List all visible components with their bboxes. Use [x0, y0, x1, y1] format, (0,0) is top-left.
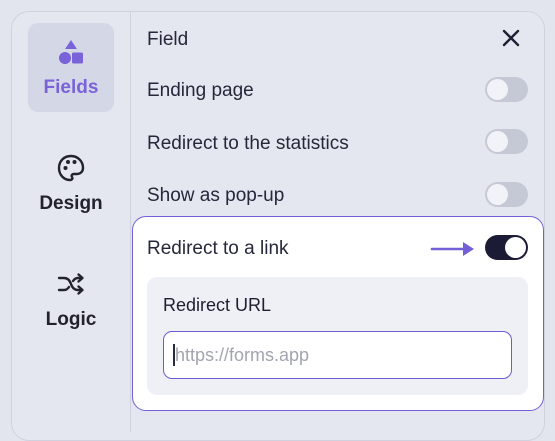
shuffle-icon [57, 273, 84, 295]
close-icon[interactable] [500, 27, 522, 49]
sidebar-item-label: Design [39, 193, 103, 214]
setting-label-redirect-statistics: Redirect to the statistics [147, 133, 349, 154]
sidebar-item-design[interactable]: Design [28, 139, 114, 228]
sidebar-divider [130, 12, 131, 432]
ending-page-toggle[interactable] [485, 77, 528, 102]
text-cursor [173, 344, 175, 366]
sidebar-item-logic[interactable]: Logic [28, 255, 114, 344]
palette-icon [57, 154, 85, 182]
sidebar: Fields Design Logic [11, 11, 130, 441]
toggle-knob [487, 131, 508, 152]
toggle-knob [487, 79, 508, 100]
sidebar-item-label: Fields [43, 77, 99, 98]
sidebar-item-fields[interactable]: Fields [28, 23, 114, 112]
shapes-icon [59, 40, 83, 64]
setting-label-redirect-link: Redirect to a link [147, 238, 289, 259]
toggle-knob [505, 237, 526, 258]
sidebar-item-label: Logic [45, 309, 97, 330]
setting-label-ending-page: Ending page [147, 80, 254, 101]
show-popup-toggle[interactable] [485, 182, 528, 207]
arrow-right-icon [430, 242, 474, 256]
redirect-link-toggle[interactable] [485, 235, 528, 260]
redirect-url-input[interactable] [163, 331, 512, 379]
setting-label-show-popup: Show as pop-up [147, 185, 285, 206]
toggle-knob [487, 184, 508, 205]
panel-title: Field [147, 29, 189, 50]
redirect-url-label: Redirect URL [163, 295, 272, 315]
redirect-statistics-toggle[interactable] [485, 129, 528, 154]
